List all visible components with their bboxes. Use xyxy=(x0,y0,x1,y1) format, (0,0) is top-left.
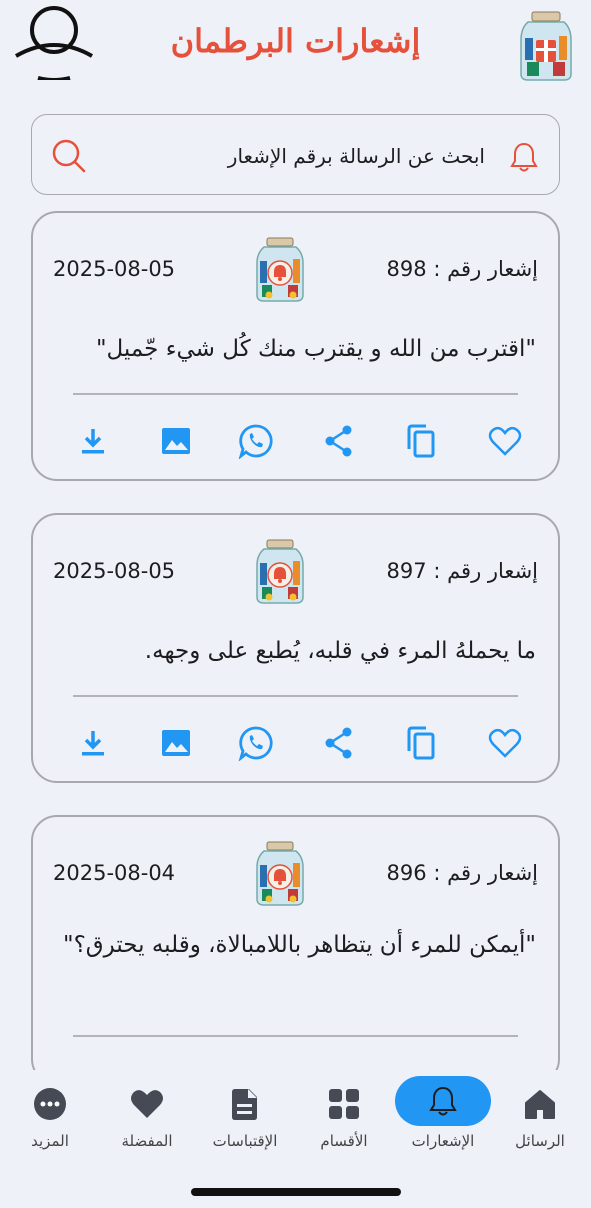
share-icon[interactable] xyxy=(319,421,359,461)
gift-jar-logo-icon xyxy=(519,10,573,82)
notification-message: "أيمكن للمرء أن يتظاهر باللامبالاة، وقلب… xyxy=(63,932,536,958)
notification-date: 2025-08-04 xyxy=(53,861,176,885)
notification-message: "اقترب من الله و يقترب منك كُل شيء جّميل… xyxy=(95,336,536,362)
image-icon[interactable] xyxy=(156,723,196,763)
share-icon[interactable] xyxy=(319,723,359,763)
nav-item-favorites[interactable]: المفضلة xyxy=(99,1076,195,1156)
grid-icon xyxy=(326,1086,362,1122)
bell-jar-icon xyxy=(255,841,305,907)
notification-card[interactable]: إشعار رقم : 897 2025-08-05 ما يحملهُ الم… xyxy=(31,513,560,783)
home-icon xyxy=(522,1086,558,1122)
bell-icon xyxy=(425,1083,461,1119)
heart-icon[interactable] xyxy=(485,421,525,461)
notification-card[interactable]: إشعار رقم : 896 2025-08-04 "أيمكن للمرء … xyxy=(31,815,560,1105)
copy-icon[interactable] xyxy=(401,421,441,461)
notification-card[interactable]: إشعار رقم : 898 2025-08-05 "اقترب من الل… xyxy=(31,211,560,481)
divider xyxy=(73,393,518,395)
search-icon[interactable] xyxy=(50,137,88,175)
nav-label: الإقتباسات xyxy=(212,1132,278,1150)
app-title: إشعارات البرطمان xyxy=(170,22,421,60)
nav-item-categories[interactable]: الأقسام xyxy=(296,1076,392,1156)
image-icon[interactable] xyxy=(156,421,196,461)
download-icon[interactable] xyxy=(73,421,113,461)
notification-number: إشعار رقم : 898 xyxy=(386,257,538,281)
nav-label: الرسائل xyxy=(515,1132,565,1150)
more-icon xyxy=(32,1086,68,1122)
home-indicator[interactable] xyxy=(191,1188,401,1196)
card-actions xyxy=(33,723,558,767)
whatsapp-icon[interactable] xyxy=(236,723,276,763)
nav-item-messages[interactable]: الرسائل xyxy=(492,1076,588,1156)
notification-number: إشعار رقم : 897 xyxy=(386,559,538,583)
nav-label: المفضلة xyxy=(121,1132,173,1150)
nav-item-more[interactable]: المزيد xyxy=(2,1076,98,1156)
divider xyxy=(73,1035,518,1037)
bell-jar-icon xyxy=(255,539,305,605)
heart-icon xyxy=(129,1086,165,1122)
document-icon xyxy=(227,1086,263,1122)
search-bar xyxy=(31,114,560,195)
heart-icon[interactable] xyxy=(485,723,525,763)
divider xyxy=(73,695,518,697)
download-icon[interactable] xyxy=(73,723,113,763)
notification-message: ما يحملهُ المرء في قلبه، يُطبع على وجهه. xyxy=(144,638,536,664)
notification-date: 2025-08-05 xyxy=(53,559,176,583)
bell-icon xyxy=(509,141,539,173)
nav-item-notifications[interactable]: الإشعارات xyxy=(395,1076,491,1156)
nav-label: الإشعارات xyxy=(411,1132,475,1150)
notification-date: 2025-08-05 xyxy=(53,257,176,281)
search-input[interactable] xyxy=(125,137,485,175)
copy-icon[interactable] xyxy=(401,723,441,763)
header: إشعارات البرطمان xyxy=(0,0,591,100)
nav-label: المزيد xyxy=(31,1132,69,1150)
screen: إشعارات البرطمان ابحث عن الرسالة برقم ال… xyxy=(0,0,591,1208)
nav-label: الأقسام xyxy=(320,1132,368,1150)
nav-item-quotes[interactable]: الإقتباسات xyxy=(197,1076,293,1156)
notification-number: إشعار رقم : 896 xyxy=(386,861,538,885)
bell-jar-icon xyxy=(255,237,305,303)
whatsapp-icon[interactable] xyxy=(236,421,276,461)
card-actions xyxy=(33,421,558,465)
